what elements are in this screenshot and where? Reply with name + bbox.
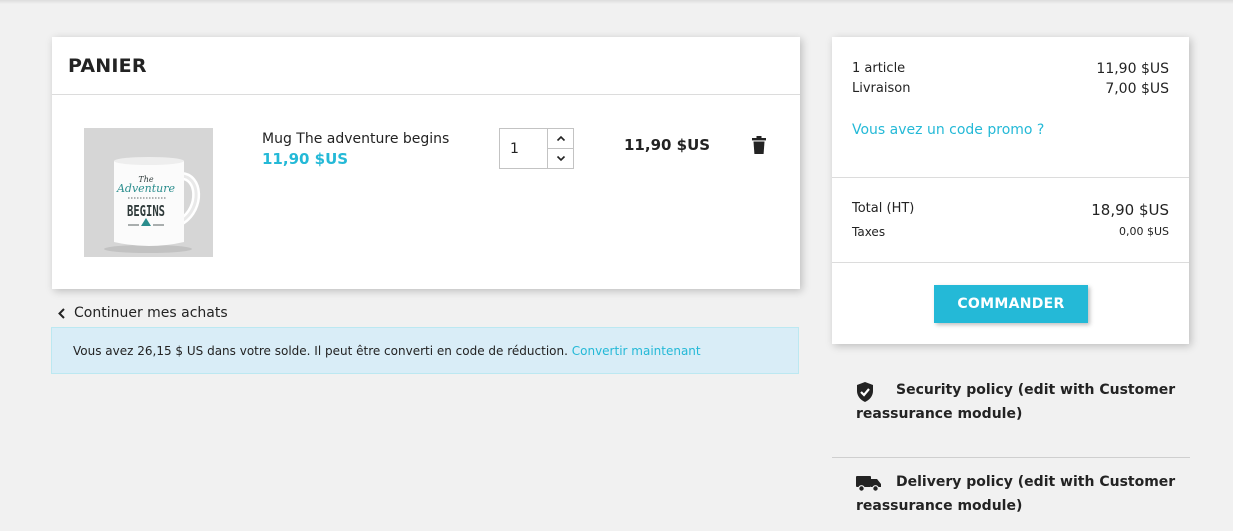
convert-now-link[interactable]: Convertir maintenant: [572, 344, 701, 358]
product-name-link[interactable]: Mug The adventure begins: [262, 131, 449, 147]
mug-illustration: The Adventure BEGINS: [84, 128, 213, 257]
cart-title: PANIER: [68, 55, 147, 77]
summary-shipping-row: Livraison 7,00 $US: [852, 81, 1169, 97]
summary-items-row: 1 article 11,90 $US: [852, 61, 1169, 77]
product-line-total: 11,90 $US: [624, 136, 711, 154]
chevron-left-icon: [58, 307, 65, 319]
items-count-label: 1 article: [852, 61, 906, 76]
product-image[interactable]: The Adventure BEGINS: [84, 128, 213, 257]
quantity-stepper: [499, 128, 574, 169]
shipping-value: 7,00 $US: [1105, 81, 1169, 97]
security-policy-text: Security policy (edit with Customer reas…: [856, 382, 1176, 422]
chevron-down-icon: [556, 155, 566, 162]
top-divider: [0, 0, 1233, 4]
continue-shopping-link[interactable]: Continuer mes achats: [57, 305, 228, 321]
items-subtotal: 11,90 $US: [1096, 61, 1169, 77]
quantity-increase-button[interactable]: [548, 129, 574, 149]
voucher-alert-text: Vous avez 26,15 $ US dans votre solde. I…: [73, 344, 568, 358]
taxes-value: 0,00 $US: [1118, 225, 1169, 238]
delivery-policy-text: Delivery policy (edit with Customer reas…: [856, 474, 1176, 514]
quantity-input[interactable]: [500, 129, 546, 168]
chevron-up-icon: [556, 135, 566, 142]
taxes-label: Taxes: [852, 225, 886, 239]
cart-panel: PANIER The Adventure BEGINS Mug The adve…: [52, 37, 800, 289]
shipping-label: Livraison: [852, 81, 911, 96]
checkout-button[interactable]: COMMANDER: [934, 285, 1088, 323]
summary-total-row: Total (HT) 18,90 $US: [852, 201, 1169, 219]
mug-text-bottom: BEGINS: [127, 202, 165, 220]
trash-icon: [752, 136, 766, 154]
total-value: 18,90 $US: [1091, 201, 1169, 219]
total-label: Total (HT): [852, 201, 915, 216]
promo-code-link[interactable]: Vous avez un code promo ?: [852, 122, 1044, 138]
remove-item-button[interactable]: [752, 136, 766, 158]
summary-divider: [832, 262, 1189, 263]
quantity-buttons: [547, 129, 574, 168]
summary-divider: [832, 177, 1189, 178]
summary-taxes-row: Taxes 0,00 $US: [852, 225, 1169, 239]
reassurance-divider: [832, 457, 1190, 458]
cart-summary: 1 article 11,90 $US Livraison 7,00 $US V…: [832, 37, 1189, 344]
product-unit-price: 11,90 $US: [262, 150, 349, 168]
voucher-alert: Vous avez 26,15 $ US dans votre solde. I…: [51, 327, 799, 374]
cart-divider: [52, 94, 800, 95]
quantity-decrease-button[interactable]: [548, 149, 574, 168]
continue-shopping-label: Continuer mes achats: [74, 305, 228, 321]
mug-text-middle: Adventure: [116, 182, 176, 195]
